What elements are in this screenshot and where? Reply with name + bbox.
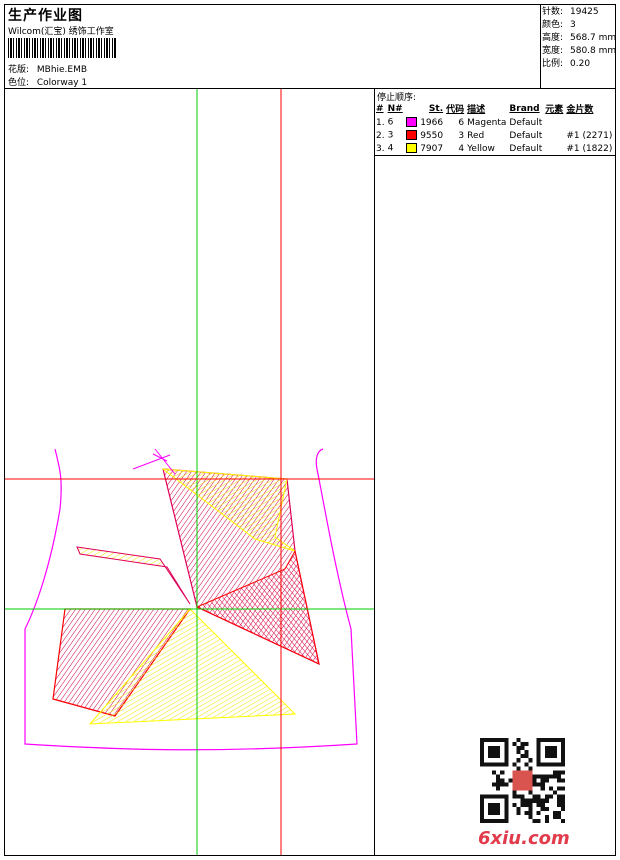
row-element [545,116,566,129]
color-sequence-table: # N# St. 代码 描述 Brand 元素 金片数 1. 6 1966 6 Mag… [376,102,615,155]
color-row: 2. 3 9550 3 Red Default #1 (2271) [376,129,615,142]
height-row: 高度: 568.7 mm [542,32,616,45]
row-sequins: #1 (2271) [566,130,613,141]
row-description: Yellow [467,143,495,154]
design-label: 花版: [8,65,30,75]
col-code: 代码 [446,105,465,115]
scale-label: 比例: [542,59,564,69]
row-element [545,129,566,142]
design-row: 花版: MBhie.EMB [8,62,87,75]
row-description: Magenta [467,117,507,128]
col-needle: N# [387,103,403,114]
colorway-row: 色位: Colorway 1 [8,75,87,88]
width-label: 宽度: [542,46,564,56]
needle-number: 4 [387,143,394,154]
colorway-value: Colorway 1 [36,78,88,88]
scale-value: 0.20 [570,59,591,69]
stats-divider [540,4,541,88]
table-header-row: # N# St. 代码 描述 Brand 元素 金片数 [376,102,615,116]
row-brand: Default [509,117,543,128]
width-row: 宽度: 580.8 mm [542,45,616,58]
color-row: 1. 6 1966 6 Magenta Default [376,116,615,129]
col-index: # [376,103,384,114]
row-description: Red [467,130,485,141]
needle-number: 6 [387,117,394,128]
qr-code [480,738,565,823]
row-sequins: #1 (1822) [566,143,613,154]
colors-row: 颜色: 3 [542,19,616,32]
design-stats: 针数: 19425 颜色: 3 高度: 568.7 mm 宽度: 580.8 mm 比例… [542,6,616,71]
watermark-text: 6xiu.com [478,828,570,849]
height-value: 568.7 mm [570,33,617,43]
page-title: 生产作业图 [8,8,83,24]
row-stitches: 7907 [420,143,444,154]
row-index: 3. [376,143,385,154]
col-stitches: St. [428,103,444,114]
colorway-label: 色位: [8,78,30,88]
barcode [8,38,116,58]
table-divider [374,155,616,156]
row-brand: Default [509,143,543,154]
row-stitches: 9550 [420,130,444,141]
width-value: 580.8 mm [570,46,617,56]
colors-value: 3 [570,20,576,30]
col-sequins: 金片数 [566,105,594,115]
embroidery-preview [5,89,374,855]
col-brand: Brand [509,103,540,114]
stitches-label: 针数: [542,7,564,17]
stitches-value: 19425 [570,7,599,17]
colors-label: 颜色: [542,20,564,30]
row-code: 3 [458,130,465,141]
row-element [545,142,566,155]
row-sequins [566,116,615,129]
qr-seal-icon [512,770,533,791]
row-brand: Default [509,130,543,141]
row-stitches: 1966 [420,117,444,128]
row-needle: 4 [388,142,421,155]
row-needle: 6 [388,116,421,129]
stitches-row: 针数: 19425 [542,6,616,19]
row-needle: 3 [388,129,421,142]
row-index: 1. [376,117,385,128]
scale-row: 比例: 0.20 [542,58,616,71]
design-value: MBhie.EMB [36,65,88,75]
row-code: 6 [458,117,465,128]
color-swatch [406,143,418,154]
color-swatch [406,130,418,141]
col-description: 描述 [467,105,486,115]
needle-number: 3 [387,130,394,141]
row-index: 2. [376,130,385,141]
panel-divider [374,88,375,856]
row-code: 4 [458,143,465,154]
height-label: 高度: [542,33,564,43]
sleeve-strip [76,546,191,605]
color-swatch [406,117,418,128]
col-element: 元素 [545,105,564,115]
studio-name: Wilcom(汇宝) 绣饰工作室 [8,27,114,37]
color-row: 3. 4 7907 4 Yellow Default #1 (1822) [376,142,615,155]
